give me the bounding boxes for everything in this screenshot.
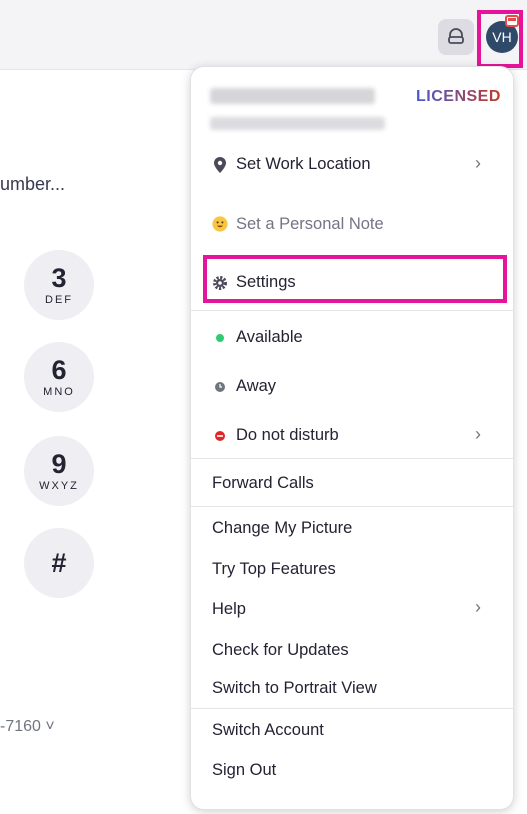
- caller-id-select[interactable]: -7160 ˅: [0, 718, 55, 736]
- dial-key-hash[interactable]: #: [24, 528, 94, 598]
- divider: [191, 458, 513, 459]
- menu-item-switch-account[interactable]: Switch Account: [212, 721, 324, 740]
- menu-item-label: Change My Picture: [212, 519, 353, 537]
- menu-item-label: Check for Updates: [212, 641, 349, 659]
- menu-item-help[interactable]: Help: [212, 600, 246, 619]
- menu-item-away[interactable]: Away: [212, 377, 276, 396]
- menu-item-check-updates[interactable]: Check for Updates: [212, 641, 349, 660]
- menu-item-label: Set a Personal Note: [236, 214, 384, 233]
- headset-icon: [448, 28, 464, 44]
- avatar-initials: VH: [492, 29, 512, 45]
- chevron-right-icon: ›: [475, 424, 481, 444]
- user-email-redacted: [210, 117, 385, 130]
- key-digit: #: [51, 548, 67, 578]
- menu-item-portrait-view[interactable]: Switch to Portrait View: [212, 679, 377, 698]
- chevron-right-icon: ›: [475, 597, 481, 617]
- divider: [191, 506, 513, 507]
- avatar-highlight[interactable]: VH: [477, 10, 523, 68]
- menu-item-label: Away: [236, 377, 277, 395]
- menu-item-do-not-disturb[interactable]: Do not disturb: [212, 426, 339, 445]
- menu-item-set-work-location[interactable]: Set Work Location: [212, 155, 371, 174]
- away-clock-icon: [212, 381, 228, 392]
- headset-button[interactable]: [438, 19, 474, 55]
- chevron-right-icon: ›: [475, 153, 481, 173]
- dial-key-9[interactable]: 9 WXYZ: [24, 436, 94, 506]
- location-pin-icon: [212, 156, 228, 173]
- smiley-icon: [212, 214, 228, 234]
- divider: [191, 708, 513, 709]
- menu-item-try-top-features[interactable]: Try Top Features: [212, 560, 336, 579]
- menu-item-forward-calls[interactable]: Forward Calls: [212, 474, 314, 493]
- divider: [191, 310, 513, 311]
- menu-item-label: Set Work Location: [236, 155, 371, 173]
- dial-key-6[interactable]: 6 MNO: [24, 342, 94, 412]
- dial-number-input[interactable]: umber...: [0, 174, 65, 195]
- menu-item-label: Do not disturb: [236, 426, 339, 444]
- dnd-icon: [212, 430, 228, 441]
- menu-item-label: Try Top Features: [212, 560, 336, 578]
- menu-item-label: Help: [212, 600, 246, 618]
- menu-item-label: Switch Account: [212, 721, 324, 739]
- key-digit: 9: [51, 449, 67, 479]
- menu-item-label: Available: [236, 328, 303, 346]
- menu-item-label: Sign Out: [212, 761, 277, 779]
- menu-item-personal-note[interactable]: Set a Personal Note: [212, 214, 384, 234]
- top-bar: VH: [0, 0, 527, 70]
- available-status-icon: [212, 333, 228, 342]
- menu-item-available[interactable]: Available: [212, 328, 303, 347]
- key-letters: WXYZ: [39, 480, 79, 492]
- key-digit: 3: [51, 263, 67, 293]
- menu-item-sign-out[interactable]: Sign Out: [212, 761, 276, 780]
- key-letters: MNO: [43, 386, 75, 398]
- calendar-badge-icon: [505, 15, 519, 27]
- dial-key-3[interactable]: 3 DEF: [24, 250, 94, 320]
- key-digit: 6: [51, 355, 67, 385]
- menu-item-label: Forward Calls: [212, 474, 314, 492]
- menu-item-label: Switch to Portrait View: [212, 679, 377, 697]
- license-badge: LICENSED: [416, 88, 501, 105]
- key-letters: DEF: [45, 294, 73, 306]
- user-name-redacted: [210, 88, 375, 104]
- settings-highlight-box: [203, 255, 507, 303]
- menu-item-change-picture[interactable]: Change My Picture: [212, 519, 352, 538]
